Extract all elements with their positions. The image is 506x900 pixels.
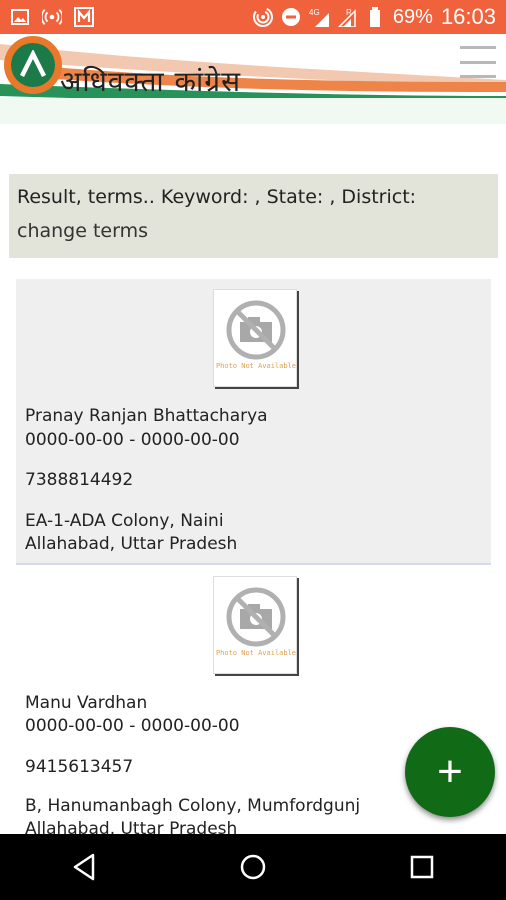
battery-icon [365, 7, 385, 27]
m-app-icon [74, 7, 94, 27]
home-icon[interactable] [231, 845, 275, 889]
advocate-phone[interactable]: 9415613457 [25, 756, 133, 779]
battery-percent: 69% [392, 5, 433, 28]
status-left-icons [10, 7, 94, 27]
advocate-name: Manu Vardhan [25, 693, 148, 713]
photo-placeholder-text: Photo Not Available [215, 649, 297, 657]
image-icon [10, 8, 30, 26]
add-fab-button[interactable]: + [405, 727, 495, 817]
address-line-1: B, Hanumanbagh Colony, Mumfordgunj [25, 796, 361, 816]
advocate-dates: 0000-00-00 - 0000-00-00 [25, 430, 240, 450]
photo-not-available-icon: Photo Not Available [213, 576, 297, 674]
photo-placeholder-text: Photo Not Available [215, 362, 297, 370]
status-bar: 4G R 69% 16:03 [0, 0, 506, 34]
search-summary-text: Result, terms.. Keyword: , State: , Dist… [17, 186, 417, 208]
recents-icon[interactable] [400, 845, 444, 889]
address-line-2: Allahabad, Uttar Pradesh [25, 819, 238, 834]
hamburger-menu-icon[interactable] [460, 46, 496, 78]
android-nav-bar [0, 834, 506, 900]
app-header: अधिवक्ता कांग्रेस [0, 34, 506, 126]
do-not-disturb-icon [281, 8, 301, 26]
address-line-1: EA-1-ADA Colony, Naini [25, 511, 224, 531]
advocate-congress-logo-icon [4, 36, 62, 94]
change-terms-link[interactable]: change terms [17, 220, 148, 242]
back-icon[interactable] [62, 845, 106, 889]
status-right-icons: 4G R 69% 16:03 [252, 4, 496, 30]
clock-time: 16:03 [440, 4, 496, 29]
signal-4g-icon: 4G [309, 8, 329, 27]
svg-text:4G: 4G [309, 8, 320, 17]
wireless-icon [252, 7, 273, 27]
advocate-name: Pranay Ranjan Bhattacharya [25, 406, 268, 426]
address-line-2: Allahabad, Uttar Pradesh [25, 534, 238, 554]
plus-icon: + [437, 747, 463, 796]
result-card[interactable]: Photo Not Available Pranay Ranjan Bhatta… [16, 279, 491, 565]
advocate-dates: 0000-00-00 - 0000-00-00 [25, 716, 240, 736]
site-title: अधिवक्ता कांग्रेस [60, 65, 242, 98]
search-terms-panel: Result, terms.. Keyword: , State: , Dist… [9, 174, 498, 258]
hotspot-icon [42, 8, 62, 26]
signal-r-icon: R [337, 8, 357, 27]
photo-not-available-icon: Photo Not Available [213, 289, 297, 387]
advocate-phone[interactable]: 7388814492 [25, 469, 133, 492]
